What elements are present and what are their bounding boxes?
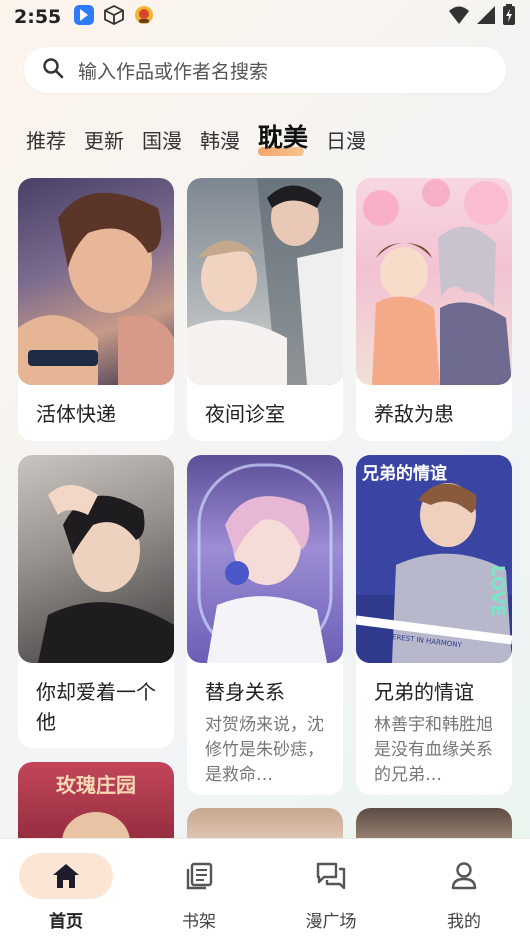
nav-home-label: 首页 bbox=[49, 912, 83, 932]
nav-profile[interactable]: 我的 bbox=[416, 853, 512, 933]
bookshelf-icon bbox=[152, 853, 246, 899]
comic-cover bbox=[18, 178, 174, 385]
comic-title: 兄弟的情谊 bbox=[374, 680, 474, 704]
profile-icon bbox=[417, 853, 511, 899]
cover-title-text: 玫瑰庄园 bbox=[56, 773, 136, 797]
comic-cover bbox=[356, 178, 512, 385]
comic-card[interactable]: 活体快递 bbox=[18, 178, 174, 441]
comic-title: 夜间诊室 bbox=[205, 402, 285, 426]
comic-title: 替身关系 bbox=[205, 680, 285, 704]
comic-card[interactable]: 你却爱着一个他 bbox=[18, 455, 174, 748]
forum-icon bbox=[284, 853, 378, 899]
comic-description: 林善宇和韩胜旭是没有血缘关系的兄弟… bbox=[374, 715, 493, 785]
comic-title: 养敌为患 bbox=[374, 402, 454, 426]
comic-cover bbox=[18, 455, 174, 663]
nav-bookshelf-label: 书架 bbox=[182, 912, 216, 932]
comic-title: 你却爱着一个他 bbox=[36, 680, 156, 734]
comic-grid: 活体快递 夜间诊室 养敌为患 你却爱着一个他 替身关系 对贺炀来说，沈修竹是朱砂… bbox=[0, 0, 530, 942]
cover-love-text: LOVE bbox=[487, 565, 508, 617]
comic-cover bbox=[187, 455, 343, 663]
nav-profile-label: 我的 bbox=[447, 912, 481, 932]
nav-comic-square[interactable]: 漫广场 bbox=[283, 853, 379, 933]
comic-card[interactable]: 养敌为患 bbox=[356, 178, 512, 441]
comic-card[interactable]: 替身关系 对贺炀来说，沈修竹是朱砂痣，是救命… bbox=[187, 455, 343, 795]
comic-card[interactable]: 兄弟的情谊 LOVE LOVE INTEREST IN HARMONY 兄弟的情… bbox=[356, 455, 512, 795]
cover-title-text: 兄弟的情谊 bbox=[361, 463, 447, 484]
comic-card[interactable]: 夜间诊室 bbox=[187, 178, 343, 441]
comic-cover bbox=[187, 178, 343, 385]
comic-description: 对贺炀来说，沈修竹是朱砂痣，是救命… bbox=[205, 715, 324, 785]
nav-home[interactable]: 首页 bbox=[18, 853, 114, 933]
comic-cover: 兄弟的情谊 LOVE LOVE INTEREST IN HARMONY bbox=[356, 455, 512, 663]
nav-comic-square-label: 漫广场 bbox=[305, 912, 357, 932]
nav-bookshelf[interactable]: 书架 bbox=[151, 853, 247, 933]
home-icon bbox=[19, 853, 113, 899]
comic-title: 活体快递 bbox=[36, 402, 116, 426]
bottom-navigation: 首页 书架 漫广场 我的 bbox=[0, 838, 530, 942]
